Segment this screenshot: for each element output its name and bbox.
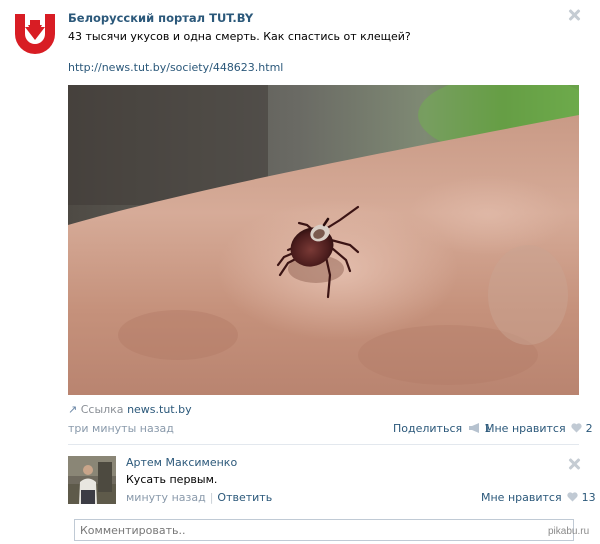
tutby-logo-avatar[interactable] — [12, 11, 58, 57]
link-label: Ссылка — [80, 403, 124, 416]
like-count: 2 — [585, 422, 593, 435]
comment-input[interactable] — [74, 519, 574, 541]
post-author[interactable]: Белорусский портал TUT.BY — [68, 11, 253, 25]
comment-text: Кусать первым. — [126, 473, 218, 486]
post-url-link[interactable]: http://news.tut.by/society/448623.html — [68, 61, 283, 74]
pikabu-watermark: pikabu.ru — [548, 526, 590, 537]
like-post-button[interactable]: Мне нравится 2 — [485, 422, 593, 435]
comment-like-count: 13 — [581, 491, 596, 504]
replies-divider — [68, 444, 579, 445]
tick-on-skin-photo[interactable] — [68, 85, 579, 395]
commenter-avatar[interactable] — [68, 456, 116, 504]
comment-author[interactable]: Артем Максименко — [126, 456, 237, 469]
delete-post-icon[interactable] — [568, 9, 580, 21]
reply-button[interactable]: Ответить — [217, 491, 272, 504]
share-label: Поделиться — [393, 422, 463, 435]
comment-meta: минуту назад | Ответить — [126, 491, 272, 504]
meta-divider: | — [209, 491, 214, 504]
tick-photo-illustration — [68, 85, 579, 395]
post-time[interactable]: три минуты назад — [68, 422, 174, 435]
heart-icon — [567, 492, 578, 502]
post-text: 43 тысячи укусов и одна смерть. Как спас… — [68, 30, 411, 43]
heart-icon — [571, 423, 582, 433]
like-label: Мне нравится — [485, 422, 566, 435]
link-arrow-icon: ↗ — [68, 403, 78, 416]
share-button[interactable]: Поделиться 1 — [393, 422, 491, 435]
like-comment-button[interactable]: Мне нравится 13 — [481, 491, 596, 504]
commenter-photo — [68, 456, 116, 504]
delete-comment-icon[interactable] — [568, 458, 580, 470]
megaphone-icon — [468, 423, 479, 433]
wall-post: Белорусский портал TUT.BY 43 тысячи укус… — [0, 0, 600, 544]
link-attachment: ↗ Ссылка news.tut.by — [68, 403, 192, 416]
link-source[interactable]: news.tut.by — [127, 403, 192, 416]
comment-like-label: Мне нравится — [481, 491, 562, 504]
comment-time[interactable]: минуту назад — [126, 491, 206, 504]
tutby-logo-icon — [15, 14, 55, 54]
